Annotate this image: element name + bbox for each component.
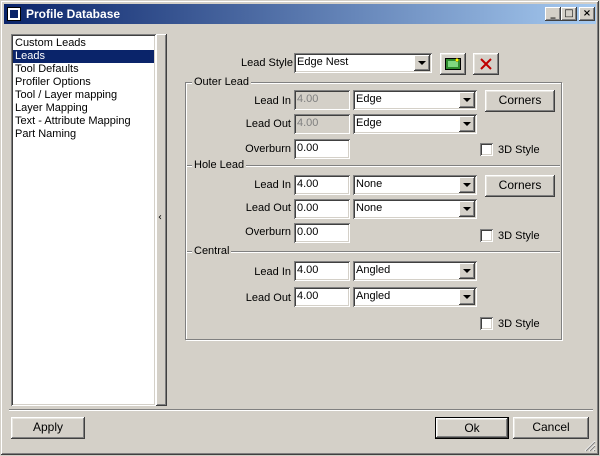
minimize-button[interactable]: _ — [545, 7, 561, 21]
outer-lead-out-type-value: Edge — [356, 117, 382, 129]
outer-lead-out-label: Lead Out — [245, 118, 291, 130]
outer-3d-style-label: 3D Style — [498, 144, 540, 156]
hole-lead-out-label: Lead Out — [245, 202, 291, 214]
hole-lead-out-type-dropdown[interactable]: None — [353, 199, 477, 219]
hole-overburn-field[interactable]: 0.00 — [294, 223, 350, 243]
close-button[interactable]: × — [579, 7, 595, 21]
list-item-text-attribute-mapping[interactable]: Text - Attribute Mapping — [13, 115, 154, 128]
hole-3d-style-checkbox[interactable] — [480, 229, 493, 242]
outer-lead-in-field[interactable]: 4.00 — [294, 90, 350, 110]
central-lead-out-type-dropdown[interactable]: Angled — [353, 287, 477, 307]
title-bar[interactable]: Profile Database _ □ × — [4, 4, 596, 24]
central-3d-style-checkbox[interactable] — [480, 317, 493, 330]
list-item-tool-defaults[interactable]: Tool Defaults — [13, 63, 154, 76]
delete-icon — [480, 58, 492, 70]
outer-lead-in-type-value: Edge — [356, 93, 382, 105]
central-lead-in-label: Lead In — [254, 266, 291, 278]
central-title: Central — [192, 245, 232, 257]
outer-lead-out-type-dropdown[interactable]: Edge — [353, 114, 477, 134]
apply-button[interactable]: Apply — [11, 417, 85, 439]
central-lead-out-label: Lead Out — [245, 292, 291, 304]
chevron-down-icon[interactable] — [459, 177, 475, 193]
chevron-down-icon[interactable] — [414, 55, 430, 71]
outer-lead-title: Outer Lead — [192, 76, 252, 88]
central-lead-out-field[interactable]: 4.00 — [294, 287, 350, 307]
chevron-down-icon[interactable] — [459, 92, 475, 108]
list-item-layer-mapping[interactable]: Layer Mapping — [13, 102, 154, 115]
central-3d-style-label: 3D Style — [498, 318, 540, 330]
outer-3d-style-checkbox[interactable] — [480, 143, 493, 156]
chevron-down-icon[interactable] — [459, 116, 475, 132]
outer-lead-in-type-dropdown[interactable]: Edge — [353, 90, 477, 110]
list-item-leads[interactable]: Leads — [13, 50, 154, 63]
outer-lead-in-label: Lead In — [254, 95, 291, 107]
hole-lead-in-type-value: None — [356, 178, 383, 190]
outer-corners-button[interactable]: Corners — [485, 90, 555, 112]
category-list[interactable]: Custom Leads Leads Tool Defaults Profile… — [11, 34, 156, 406]
cancel-button[interactable]: Cancel — [513, 417, 589, 439]
chevron-down-icon[interactable] — [459, 201, 475, 217]
central-lead-out-type-value: Angled — [356, 290, 391, 302]
chevron-down-icon[interactable] — [459, 263, 475, 279]
window-title: Profile Database — [26, 7, 121, 21]
outer-lead-out-field[interactable]: 4.00 — [294, 114, 350, 134]
app-icon — [7, 7, 21, 21]
central-lead-in-type-value: Angled — [356, 264, 391, 276]
hole-3d-style-label: 3D Style — [498, 230, 540, 242]
list-item-custom-leads[interactable]: Custom Leads — [13, 37, 154, 50]
maximize-button[interactable]: □ — [561, 7, 577, 21]
central-separator — [187, 251, 560, 253]
ok-button[interactable]: Ok — [435, 417, 509, 439]
hole-corners-button[interactable]: Corners — [485, 175, 555, 197]
outer-overburn-label: Overburn — [245, 143, 291, 155]
lead-style-dropdown[interactable]: Edge Nest — [294, 53, 432, 73]
profile-database-window: Profile Database _ □ × Custom Leads Lead… — [0, 0, 600, 456]
list-item-profiler-options[interactable]: Profiler Options — [13, 76, 154, 89]
hole-overburn-label: Overburn — [245, 226, 291, 238]
hole-lead-title: Hole Lead — [192, 159, 247, 171]
central-lead-in-field[interactable]: 4.00 — [294, 261, 350, 281]
hole-lead-in-label: Lead In — [254, 179, 291, 191]
lead-style-label: Lead Style — [241, 57, 293, 69]
footer-separator — [9, 409, 593, 411]
hole-lead-out-field[interactable]: 0.00 — [294, 199, 350, 219]
collapse-arrow-icon: ‹ — [158, 212, 162, 223]
new-style-icon — [445, 58, 461, 70]
list-item-part-naming[interactable]: Part Naming — [13, 128, 154, 141]
list-item-tool-layer-mapping[interactable]: Tool / Layer mapping — [13, 89, 154, 102]
lead-style-value: Edge Nest — [297, 56, 349, 68]
new-style-button[interactable] — [440, 53, 466, 75]
panel-splitter[interactable]: ‹ — [156, 34, 167, 406]
chevron-down-icon[interactable] — [459, 289, 475, 305]
resize-grip-icon[interactable] — [584, 440, 596, 452]
hole-lead-in-type-dropdown[interactable]: None — [353, 175, 477, 195]
delete-style-button[interactable] — [473, 53, 499, 75]
outer-overburn-field[interactable]: 0.00 — [294, 139, 350, 159]
central-lead-in-type-dropdown[interactable]: Angled — [353, 261, 477, 281]
hole-lead-in-field[interactable]: 4.00 — [294, 175, 350, 195]
hole-lead-out-type-value: None — [356, 202, 383, 214]
